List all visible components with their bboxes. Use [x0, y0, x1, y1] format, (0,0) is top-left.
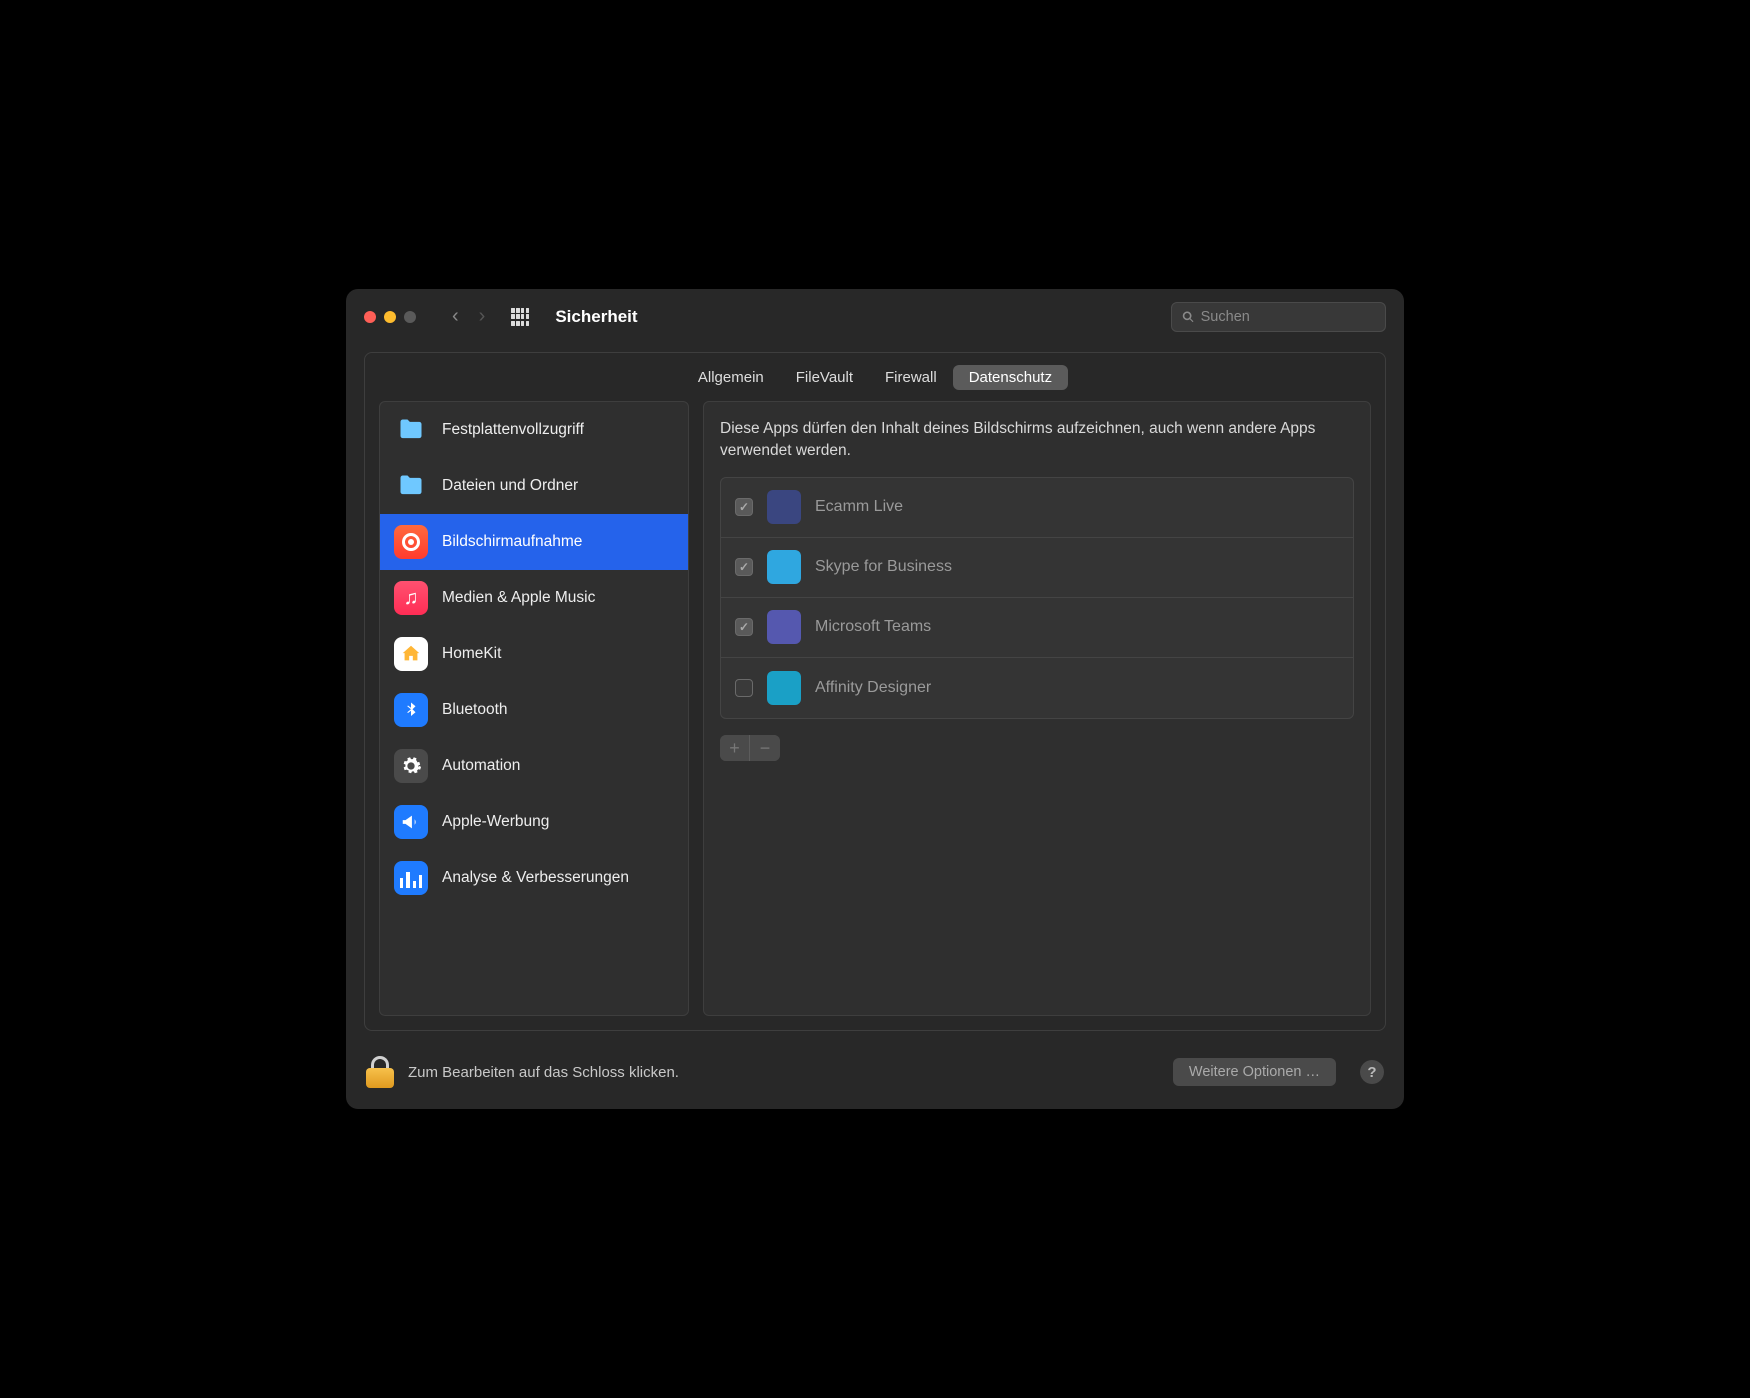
search-field[interactable] — [1171, 302, 1386, 332]
add-button[interactable]: + — [720, 735, 750, 761]
tab-firewall[interactable]: Firewall — [869, 365, 953, 390]
description-text: Diese Apps dürfen den Inhalt deines Bild… — [720, 418, 1354, 463]
app-row[interactable]: Affinity Designer — [721, 658, 1353, 718]
nav-buttons: ‹ › — [452, 305, 485, 328]
bars-icon — [394, 861, 428, 895]
sidebar-item-automation[interactable]: Automation — [380, 738, 688, 794]
lock-icon[interactable] — [366, 1056, 394, 1088]
tabs: AllgemeinFileVaultFirewallDatenschutz — [365, 353, 1385, 401]
tab-allgemein[interactable]: Allgemein — [682, 365, 780, 390]
app-list: Ecamm Live Skype for Business Microsoft Te… — [720, 477, 1354, 719]
sidebar-item-homekit[interactable]: HomeKit — [380, 626, 688, 682]
sidebar-item-label: Analyse & Verbesserungen — [442, 869, 629, 887]
sidebar-item-dateien-und-ordner[interactable]: Dateien und Ordner — [380, 458, 688, 514]
sidebar-item-label: Festplattenvollzugriff — [442, 421, 584, 439]
app-row[interactable]: Microsoft Teams — [721, 598, 1353, 658]
close-icon[interactable] — [364, 311, 376, 323]
music-icon: ♫ — [394, 581, 428, 615]
app-row[interactable]: Ecamm Live — [721, 478, 1353, 538]
sidebar-item-label: Dateien und Ordner — [442, 477, 578, 495]
folder-icon — [394, 413, 428, 447]
sidebar-item-label: Automation — [442, 757, 520, 775]
sidebar-item-analyse-verbesserungen[interactable]: Analyse & Verbesserungen — [380, 850, 688, 906]
titlebar: ‹ › Sicherheit — [346, 289, 1404, 344]
footer: Zum Bearbeiten auf das Schloss klicken. … — [346, 1045, 1404, 1109]
gear-icon — [394, 749, 428, 783]
sidebar-item-apple-werbung[interactable]: Apple-Werbung — [380, 794, 688, 850]
app-icon — [767, 550, 801, 584]
sidebar-item-bluetooth[interactable]: Bluetooth — [380, 682, 688, 738]
forward-icon[interactable]: › — [479, 305, 486, 328]
app-row[interactable]: Skype for Business — [721, 538, 1353, 598]
sidebar-item-label: Bluetooth — [442, 701, 508, 719]
app-name-label: Ecamm Live — [815, 498, 903, 516]
app-icon — [767, 610, 801, 644]
zoom-icon[interactable] — [404, 311, 416, 323]
sidebar-item-medien-apple-music[interactable]: ♫ Medien & Apple Music — [380, 570, 688, 626]
search-icon — [1182, 310, 1195, 324]
all-prefs-icon[interactable] — [511, 308, 529, 326]
main-panel: AllgemeinFileVaultFirewallDatenschutz Fe… — [364, 352, 1386, 1031]
app-icon — [767, 490, 801, 524]
page-title: Sicherheit — [555, 307, 637, 327]
more-options-button[interactable]: Weitere Optionen … — [1173, 1058, 1336, 1086]
app-name-label: Skype for Business — [815, 558, 952, 576]
app-checkbox[interactable] — [735, 679, 753, 697]
sidebar-item-label: Bildschirmaufnahme — [442, 533, 582, 551]
sidebar-item-label: Medien & Apple Music — [442, 589, 595, 607]
add-remove-control: + − — [720, 735, 780, 761]
lock-text: Zum Bearbeiten auf das Schloss klicken. — [408, 1064, 679, 1081]
privacy-sidebar: Festplattenvollzugriff Dateien und Ordner… — [379, 401, 689, 1016]
megaphone-icon — [394, 805, 428, 839]
sidebar-item-label: Apple-Werbung — [442, 813, 549, 831]
search-input[interactable] — [1201, 309, 1375, 325]
app-checkbox[interactable] — [735, 618, 753, 636]
traffic-lights — [364, 311, 416, 323]
app-icon — [767, 671, 801, 705]
app-name-label: Affinity Designer — [815, 679, 931, 697]
record-icon — [394, 525, 428, 559]
home-icon — [394, 637, 428, 671]
tab-datenschutz[interactable]: Datenschutz — [953, 365, 1068, 390]
app-checkbox[interactable] — [735, 558, 753, 576]
folder-icon — [394, 469, 428, 503]
content-panel: Diese Apps dürfen den Inhalt deines Bild… — [703, 401, 1371, 1016]
back-icon[interactable]: ‹ — [452, 305, 459, 328]
remove-button[interactable]: − — [750, 735, 780, 761]
sidebar-item-bildschirmaufnahme[interactable]: Bildschirmaufnahme — [380, 514, 688, 570]
app-name-label: Microsoft Teams — [815, 618, 931, 636]
bluetooth-icon — [394, 693, 428, 727]
app-checkbox[interactable] — [735, 498, 753, 516]
preferences-window: ‹ › Sicherheit AllgemeinFileVaultFirewal… — [346, 289, 1404, 1109]
sidebar-item-label: HomeKit — [442, 645, 501, 663]
minimize-icon[interactable] — [384, 311, 396, 323]
sidebar-item-festplattenvollzugriff[interactable]: Festplattenvollzugriff — [380, 402, 688, 458]
tab-filevault[interactable]: FileVault — [780, 365, 869, 390]
help-icon[interactable]: ? — [1360, 1060, 1384, 1084]
